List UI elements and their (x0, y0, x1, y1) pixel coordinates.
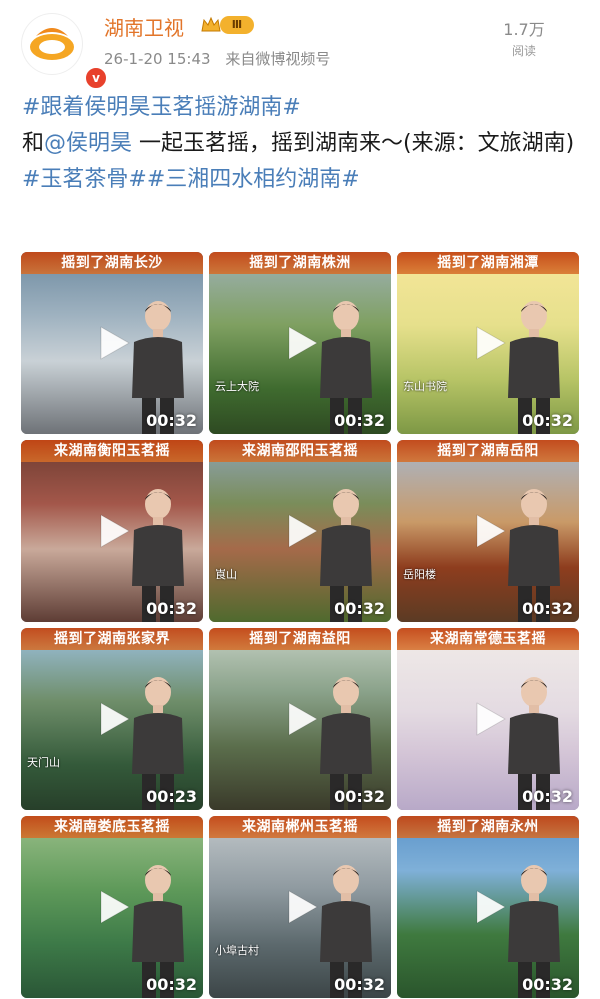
video-caption: 摇到了湖南长沙 (21, 252, 203, 274)
video-duration: 00:32 (146, 975, 197, 994)
play-icon[interactable] (93, 323, 133, 363)
hashtag-link[interactable]: #玉茗茶骨# (22, 167, 147, 192)
video-thumbnail[interactable]: 摇到了湖南益阳 00:32 (209, 628, 391, 810)
video-location-label: 崀山 (215, 568, 237, 581)
play-icon[interactable] (469, 511, 509, 551)
video-duration: 00:32 (334, 411, 385, 430)
video-caption: 摇到了湖南永州 (397, 816, 579, 838)
video-thumbnail[interactable]: 摇到了湖南湘潭东山书院 00:32 (397, 252, 579, 434)
video-thumbnail[interactable]: 摇到了湖南张家界天门山 00:23 (21, 628, 203, 810)
video-duration: 00:32 (522, 599, 573, 618)
read-count: 1.7万 阅读 (494, 16, 554, 59)
video-caption: 来湖南邵阳玉茗摇 (209, 440, 391, 462)
video-caption: 摇到了湖南益阳 (209, 628, 391, 650)
hashtag-link[interactable]: #跟着侯明昊玉茗摇游湖南# (22, 95, 301, 120)
video-caption: 摇到了湖南岳阳 (397, 440, 579, 462)
video-duration: 00:32 (334, 599, 385, 618)
hunan-tv-logo-icon (30, 28, 74, 60)
video-location-label: 岳阳楼 (403, 568, 436, 581)
hashtag-link[interactable]: #三湘四水相约湖南# (147, 167, 360, 192)
video-caption: 来湖南郴州玉茗摇 (209, 816, 391, 838)
video-duration: 00:32 (522, 411, 573, 430)
video-thumbnail[interactable]: 来湖南郴州玉茗摇小埠古村 00:32 (209, 816, 391, 998)
play-icon[interactable] (281, 699, 321, 739)
play-icon[interactable] (281, 887, 321, 927)
video-thumbnail[interactable]: 来湖南邵阳玉茗摇崀山 00:32 (209, 440, 391, 622)
video-duration: 00:32 (146, 411, 197, 430)
video-thumbnail[interactable]: 摇到了湖南株洲云上大院 00:32 (209, 252, 391, 434)
play-icon[interactable] (281, 323, 321, 363)
video-thumbnail[interactable]: 来湖南衡阳玉茗摇 00:32 (21, 440, 203, 622)
post-header: v 湖南卫视 Ⅲ 26-1-20 15:43 来自微博视频号 1.7万 阅读 (0, 0, 600, 90)
video-location-label: 东山书院 (403, 380, 447, 393)
level-label: Ⅲ (220, 16, 254, 34)
post-meta: 26-1-20 15:43 来自微博视频号 (104, 48, 340, 69)
video-duration: 00:32 (334, 975, 385, 994)
play-icon[interactable] (93, 887, 133, 927)
play-icon[interactable] (469, 887, 509, 927)
post-source: 来自微博视频号 (225, 50, 331, 68)
post-text-prefix: 和 (22, 131, 45, 156)
video-caption: 来湖南衡阳玉茗摇 (21, 440, 203, 462)
account-name[interactable]: 湖南卫视 (104, 12, 184, 41)
play-icon[interactable] (469, 323, 509, 363)
play-icon[interactable] (93, 511, 133, 551)
play-icon[interactable] (469, 699, 509, 739)
play-icon[interactable] (281, 511, 321, 551)
video-thumbnail[interactable]: 摇到了湖南岳阳岳阳楼 00:32 (397, 440, 579, 622)
video-location-label: 天门山 (27, 756, 60, 769)
video-thumbnail[interactable]: 摇到了湖南永州 00:32 (397, 816, 579, 998)
video-duration: 00:32 (334, 787, 385, 806)
read-count-label: 阅读 (511, 44, 536, 58)
post-text-content: 一起玉茗摇，摇到湖南来～(来源：文旅湖南) (132, 131, 575, 156)
video-caption: 摇到了湖南株洲 (209, 252, 391, 274)
avatar[interactable]: v (22, 14, 108, 90)
post-timestamp: 26-1-20 15:43 (104, 50, 211, 68)
video-location-label: 小埠古村 (215, 944, 259, 957)
video-caption: 来湖南娄底玉茗摇 (21, 816, 203, 838)
video-thumbnail[interactable]: 来湖南常德玉茗摇 00:32 (397, 628, 579, 810)
video-duration: 00:32 (522, 975, 573, 994)
video-caption: 摇到了湖南张家界 (21, 628, 203, 650)
video-thumbnail[interactable]: 摇到了湖南长沙 00:32 (21, 252, 203, 434)
verified-icon: v (84, 66, 108, 90)
video-thumbnail[interactable]: 来湖南娄底玉茗摇 00:32 (21, 816, 203, 998)
video-duration: 00:23 (146, 787, 197, 806)
video-caption: 来湖南常德玉茗摇 (397, 628, 579, 650)
mention-link[interactable]: @侯明昊 (44, 131, 132, 156)
level-badge[interactable]: Ⅲ (200, 14, 256, 36)
video-location-label: 云上大院 (215, 380, 259, 393)
read-count-value: 1.7万 (503, 20, 545, 39)
video-duration: 00:32 (146, 599, 197, 618)
play-icon[interactable] (93, 699, 133, 739)
video-duration: 00:32 (522, 787, 573, 806)
video-caption: 摇到了湖南湘潭 (397, 252, 579, 274)
crown-icon (201, 16, 221, 32)
post-body: #跟着侯明昊玉茗摇游湖南# 和@侯明昊 一起玉茗摇，摇到湖南来～(来源：文旅湖南… (22, 90, 582, 198)
